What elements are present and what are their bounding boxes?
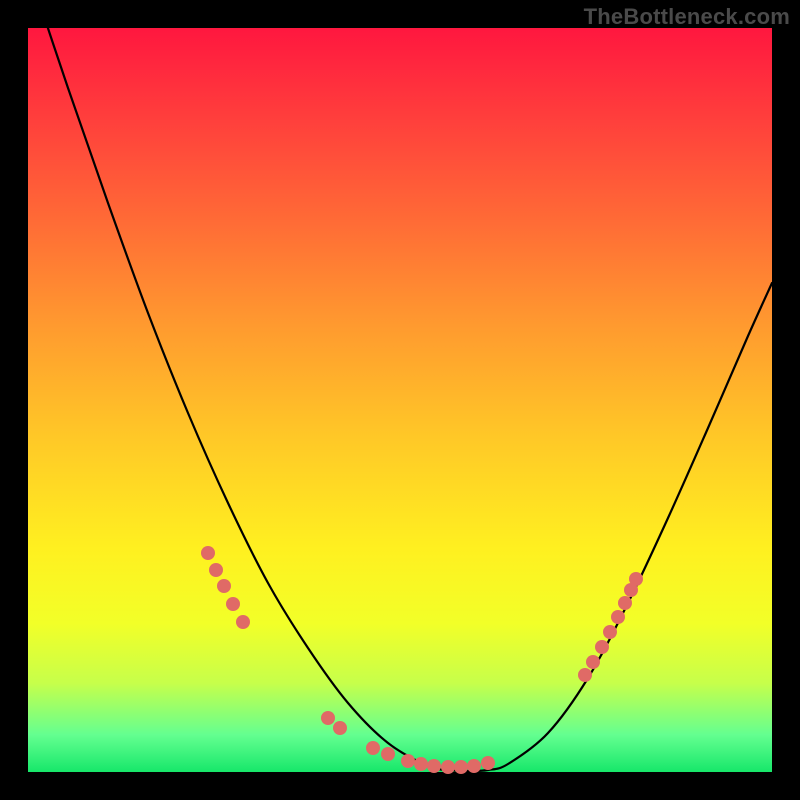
highlighted-point — [618, 596, 632, 610]
highlighted-point — [209, 563, 223, 577]
highlighted-point — [586, 655, 600, 669]
highlighted-point — [201, 546, 215, 560]
highlighted-point — [381, 747, 395, 761]
highlighted-point — [427, 759, 441, 773]
highlighted-point — [217, 579, 231, 593]
highlighted-point — [414, 757, 428, 771]
highlighted-point — [611, 610, 625, 624]
chart-plot-area — [28, 28, 772, 772]
watermark-text: TheBottleneck.com — [584, 4, 790, 30]
highlighted-point — [441, 760, 455, 774]
highlighted-point — [603, 625, 617, 639]
highlighted-point — [578, 668, 592, 682]
highlighted-point — [454, 760, 468, 774]
highlighted-point — [333, 721, 347, 735]
bottleneck-curve-path — [28, 0, 772, 771]
highlighted-point — [236, 615, 250, 629]
highlighted-point — [481, 756, 495, 770]
highlighted-point — [467, 759, 481, 773]
highlighted-point — [401, 754, 415, 768]
highlighted-point — [629, 572, 643, 586]
bottleneck-curve-svg — [28, 28, 772, 772]
highlighted-point — [321, 711, 335, 725]
highlighted-point — [366, 741, 380, 755]
highlighted-point — [595, 640, 609, 654]
highlighted-point — [226, 597, 240, 611]
